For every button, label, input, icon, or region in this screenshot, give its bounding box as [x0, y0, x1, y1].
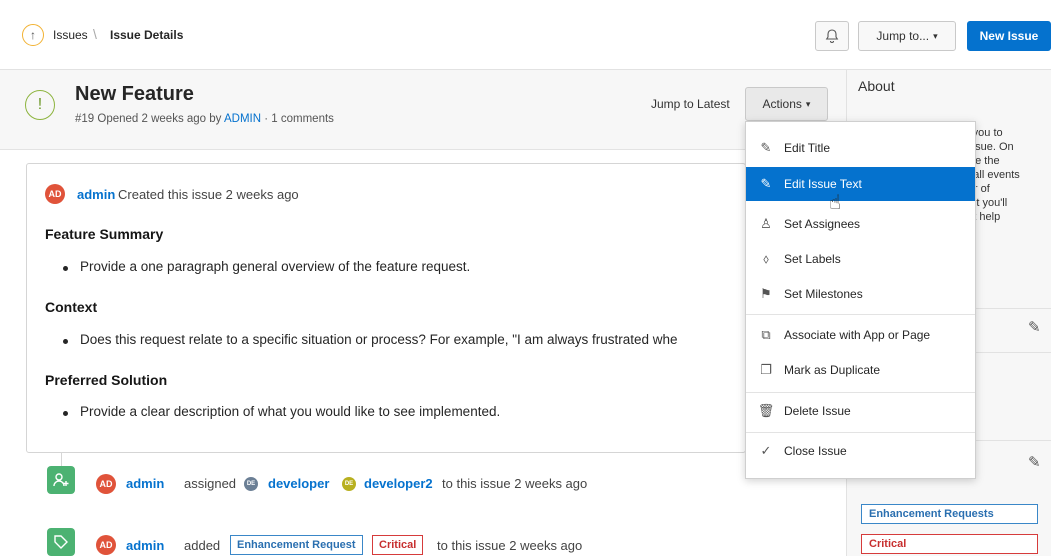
menu-item-edit-title[interactable]: ✎ Edit Title: [746, 131, 975, 165]
menu-item-edit-issue-text[interactable]: ✎ Edit Issue Text: [746, 167, 975, 201]
section-heading: Feature Summary: [45, 226, 164, 242]
user-link[interactable]: admin: [126, 476, 164, 491]
menu-item-label: Edit Title: [784, 141, 831, 155]
menu-item-label: Set Milestones: [784, 287, 863, 301]
issue-number: #19: [75, 113, 95, 125]
menu-separator: [746, 314, 975, 315]
menu-item-label: Set Assignees: [784, 217, 861, 231]
pencil-icon[interactable]: ✎: [1028, 318, 1041, 336]
page-title: New Feature: [75, 83, 194, 105]
menu-item-label: Associate with App or Page: [784, 328, 931, 342]
milestone-icon: ⚑: [760, 286, 772, 301]
mini-avatar: DE: [244, 477, 258, 491]
menu-item-label: Set Labels: [784, 252, 841, 266]
section-bullet: Provide a clear description of what you …: [80, 404, 501, 419]
about-title: About: [858, 78, 895, 94]
hand-cursor-icon: ☝: [829, 192, 842, 214]
created-text: Created this issue 2 weeks ago: [118, 187, 299, 202]
menu-item-set-labels[interactable]: ⬨ Set Labels: [746, 242, 975, 276]
event-suffix: to this issue 2 weeks ago: [442, 476, 588, 491]
actions-button[interactable]: Actions ▾: [745, 87, 828, 121]
section-heading: Context: [45, 299, 98, 315]
pencil-icon[interactable]: ✎: [1028, 453, 1041, 471]
jump-to-label: Jump to...: [876, 29, 930, 43]
avatar: AD: [96, 474, 116, 494]
assignee-link[interactable]: developer: [268, 476, 329, 491]
event-suffix: to this issue 2 weeks ago: [437, 538, 583, 553]
menu-item-label: Edit Issue Text: [784, 177, 862, 191]
menu-item-delete-issue[interactable]: 🗑 Delete Issue: [746, 394, 975, 428]
trash-icon: 🗑: [757, 403, 775, 418]
menu-separator: [746, 432, 975, 433]
menu-separator: [746, 392, 975, 393]
section-heading: Preferred Solution: [45, 372, 168, 388]
comments-count: · 1 comments: [264, 113, 334, 125]
user-icon: ♙: [760, 216, 772, 231]
breadcrumb-separator: \: [93, 26, 97, 42]
tag-icon: ⬨: [763, 251, 769, 266]
jump-to-latest-button[interactable]: Jump to Latest: [651, 97, 730, 111]
tag-icon: [47, 528, 75, 556]
assignee-link[interactable]: developer2: [364, 476, 433, 491]
label-tag-critical[interactable]: Critical: [372, 535, 424, 555]
menu-item-associate[interactable]: ⧉ Associate with App or Page: [746, 318, 975, 352]
menu-item-label: Delete Issue: [784, 404, 851, 418]
user-link[interactable]: admin: [126, 538, 164, 553]
author-link[interactable]: ADMIN: [224, 113, 261, 125]
bullet: [63, 339, 68, 344]
edit-icon: ✎: [760, 176, 772, 191]
bell-icon: [825, 29, 839, 43]
bullet: [63, 266, 68, 271]
bullet: [63, 411, 68, 416]
menu-item-label: Mark as Duplicate: [784, 363, 881, 377]
chevron-down-icon: ▾: [933, 30, 938, 41]
avatar: AD: [45, 184, 65, 204]
jump-to-button[interactable]: Jump to... ▾: [858, 21, 956, 51]
section-bullet: Does this request relate to a specific s…: [80, 332, 678, 347]
actions-menu: ✎ Edit Title ✎ Edit Issue Text ♙ Set Ass…: [745, 121, 976, 479]
timeline-line: [61, 452, 62, 466]
check-circle-icon: ✓: [760, 443, 772, 458]
add-user-icon: [47, 466, 75, 494]
breadcrumb-current: Issue Details: [110, 28, 184, 42]
avatar: AD: [96, 535, 116, 555]
section-bullet: Provide a one paragraph general overview…: [80, 259, 471, 274]
event-verb: added: [184, 538, 221, 553]
up-arrow-icon[interactable]: ↑: [22, 24, 44, 46]
menu-item-set-assignees[interactable]: ♙ Set Assignees: [746, 207, 975, 241]
menu-item-label: Close Issue: [784, 444, 847, 458]
label-critical[interactable]: Critical: [861, 534, 1038, 554]
chevron-down-icon: ▾: [805, 98, 811, 109]
duplicate-icon: ❐: [760, 362, 772, 377]
issue-opened: Opened 2 weeks ago by: [97, 113, 222, 125]
menu-item-mark-duplicate[interactable]: ❐ Mark as Duplicate: [746, 353, 975, 387]
edit-icon: ✎: [760, 140, 772, 155]
user-link[interactable]: admin: [77, 187, 115, 202]
label-tag-enhancement[interactable]: Enhancement Request: [230, 535, 363, 555]
menu-item-set-milestones[interactable]: ⚑ Set Milestones: [746, 277, 975, 311]
actions-label: Actions: [762, 97, 802, 111]
breadcrumb-issues[interactable]: Issues: [53, 28, 88, 42]
label-enhancement-requests[interactable]: Enhancement Requests: [861, 504, 1038, 524]
issue-meta: #19 Opened 2 weeks ago by ADMIN · 1 comm…: [75, 113, 334, 125]
notifications-button[interactable]: [815, 21, 849, 51]
event-verb: assigned: [184, 476, 237, 491]
link-icon: ⧉: [761, 327, 771, 342]
alert-icon: !: [25, 90, 55, 120]
menu-item-close-issue[interactable]: ✓ Close Issue: [746, 434, 975, 468]
new-issue-button[interactable]: New Issue: [967, 21, 1051, 51]
mini-avatar: DE: [342, 477, 356, 491]
